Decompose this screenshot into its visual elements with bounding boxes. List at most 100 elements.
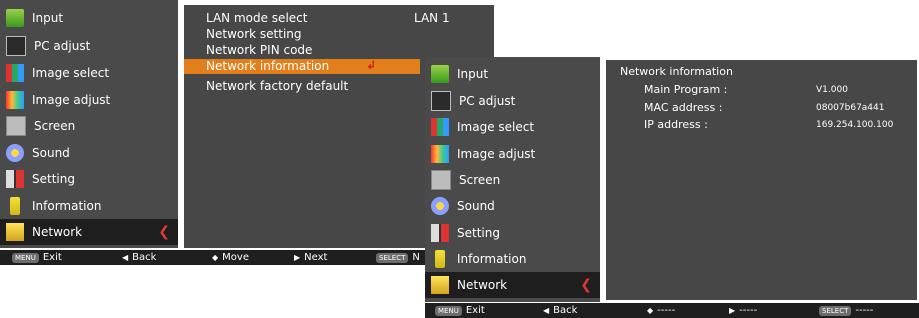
back-label: Back: [132, 252, 157, 263]
sidebar-item-label: PC adjust: [459, 94, 516, 108]
menu-item-network-information[interactable]: Network information ↲: [184, 58, 420, 74]
left-triangle-icon: ◀: [122, 253, 129, 262]
move-label: Move: [222, 252, 249, 263]
image-adjust-icon: [6, 91, 24, 109]
panel-title: Network information: [620, 65, 733, 78]
sidebar-item-setting[interactable]: Setting: [0, 166, 178, 192]
next-label: Next: [304, 252, 328, 263]
screen-icon: [6, 116, 26, 136]
main-program-value: V1.000: [816, 85, 848, 95]
ip-address-label: IP address :: [644, 118, 708, 131]
back-label: Back: [553, 305, 578, 316]
up-down-icon: ◆: [212, 253, 219, 262]
menu-item-label: Network information: [206, 59, 330, 73]
sidebar-item-label: Image adjust: [457, 147, 536, 161]
up-down-icon: ◆: [647, 306, 654, 315]
right-info-panel: Network information Main Program : V1.00…: [606, 60, 917, 300]
sidebar-item-network[interactable]: Network ❮: [0, 219, 178, 245]
sidebar-item-label: Network: [457, 278, 508, 292]
image-adjust-icon: [431, 145, 449, 163]
sidebar-item-setting[interactable]: Setting: [425, 220, 600, 246]
select-label: -----: [855, 305, 874, 316]
left-sidebar: Input PC adjust Image select Image adjus…: [0, 0, 178, 248]
sidebar-item-input[interactable]: Input: [425, 61, 600, 87]
sidebar-item-label: Setting: [32, 172, 75, 186]
input-icon: [431, 65, 449, 83]
next-hint: ▶ -----: [729, 305, 757, 316]
sidebar-item-image-select[interactable]: Image select: [425, 114, 600, 140]
exit-hint: MENU Exit: [12, 252, 62, 263]
sidebar-item-label: Input: [457, 67, 489, 81]
mac-address-label: MAC address :: [644, 101, 723, 114]
selected-arrow-icon: ❮: [158, 224, 170, 240]
screen-icon: [431, 170, 451, 190]
sidebar-item-label: Screen: [459, 173, 501, 187]
sidebar-item-information[interactable]: Information: [0, 193, 178, 219]
sidebar-item-label: Information: [32, 199, 102, 213]
image-select-icon: [431, 118, 449, 136]
sidebar-item-image-select[interactable]: Image select: [0, 60, 178, 86]
selected-arrow-icon: ❮: [580, 277, 592, 293]
enter-icon: ↲: [366, 58, 377, 72]
select-key-icon: SELECT: [819, 305, 852, 316]
sound-icon: [6, 144, 24, 162]
image-select-icon: [6, 64, 24, 82]
pc-adjust-icon: [431, 91, 451, 111]
left-triangle-icon: ◀: [543, 306, 550, 315]
sidebar-item-image-adjust[interactable]: Image adjust: [0, 87, 178, 113]
menu-key-icon: MENU: [12, 252, 39, 263]
right-guide-bar: MENU Exit ◀ Back ◆ ----- ▶ ----- SELECT …: [425, 303, 919, 318]
menu-item-network-pin-code[interactable]: Network PIN code: [206, 43, 312, 57]
pc-adjust-icon: [6, 36, 26, 56]
next-hint: ▶ Next: [294, 252, 327, 263]
mac-address-value: 08007b67a441: [816, 103, 885, 113]
right-triangle-icon: ▶: [729, 306, 736, 315]
move-label: -----: [657, 305, 676, 316]
lan-mode-select-value[interactable]: LAN 1: [414, 11, 450, 25]
exit-hint: MENU Exit: [435, 305, 485, 316]
back-hint: ◀ Back: [543, 305, 577, 316]
input-icon: [6, 9, 24, 27]
select-key-icon: SELECT: [376, 252, 409, 263]
sidebar-item-label: Image select: [457, 120, 535, 134]
sidebar-item-label: Screen: [34, 119, 76, 133]
menu-key-icon: MENU: [435, 305, 462, 316]
menu-item-network-setting[interactable]: Network setting: [206, 27, 302, 41]
sidebar-item-label: Network: [32, 225, 83, 239]
network-icon: [431, 276, 449, 294]
next-label: -----: [739, 305, 758, 316]
sidebar-item-pc-adjust[interactable]: PC adjust: [425, 88, 600, 114]
sidebar-item-input[interactable]: Input: [0, 5, 178, 31]
information-icon: [435, 250, 445, 268]
sidebar-item-label: Image select: [32, 66, 110, 80]
select-label: N: [412, 252, 420, 263]
sidebar-item-sound[interactable]: Sound: [0, 140, 178, 166]
right-sidebar: Input PC adjust Image select Image adjus…: [425, 57, 600, 302]
setting-icon: [6, 170, 24, 188]
sidebar-item-image-adjust[interactable]: Image adjust: [425, 141, 600, 167]
sidebar-item-label: Input: [32, 11, 64, 25]
back-hint: ◀ Back: [122, 252, 156, 263]
sidebar-item-screen[interactable]: Screen: [425, 167, 600, 193]
select-hint: SELECT -----: [819, 305, 873, 316]
exit-label: Exit: [465, 305, 485, 316]
main-program-label: Main Program :: [644, 83, 728, 96]
right-triangle-icon: ▶: [294, 253, 301, 262]
sidebar-item-screen[interactable]: Screen: [0, 113, 178, 139]
sidebar-item-label: PC adjust: [34, 39, 91, 53]
sidebar-item-sound[interactable]: Sound: [425, 193, 600, 219]
sidebar-item-label: Information: [457, 252, 527, 266]
move-hint: ◆ -----: [647, 305, 675, 316]
network-icon: [6, 223, 24, 241]
sidebar-item-label: Image adjust: [32, 93, 111, 107]
sidebar-item-information[interactable]: Information: [425, 246, 600, 272]
sidebar-item-pc-adjust[interactable]: PC adjust: [0, 33, 178, 59]
ip-address-value: 169.254.100.100: [816, 120, 894, 130]
exit-label: Exit: [42, 252, 62, 263]
lan-mode-select-label[interactable]: LAN mode select: [206, 11, 307, 25]
menu-item-network-factory-default[interactable]: Network factory default: [206, 79, 348, 93]
sidebar-item-network[interactable]: Network ❮: [425, 272, 600, 298]
sidebar-item-label: Sound: [457, 199, 495, 213]
select-hint: SELECT N: [376, 252, 420, 263]
left-guide-bar: MENU Exit ◀ Back ◆ Move ▶ Next SELECT N: [0, 250, 470, 265]
